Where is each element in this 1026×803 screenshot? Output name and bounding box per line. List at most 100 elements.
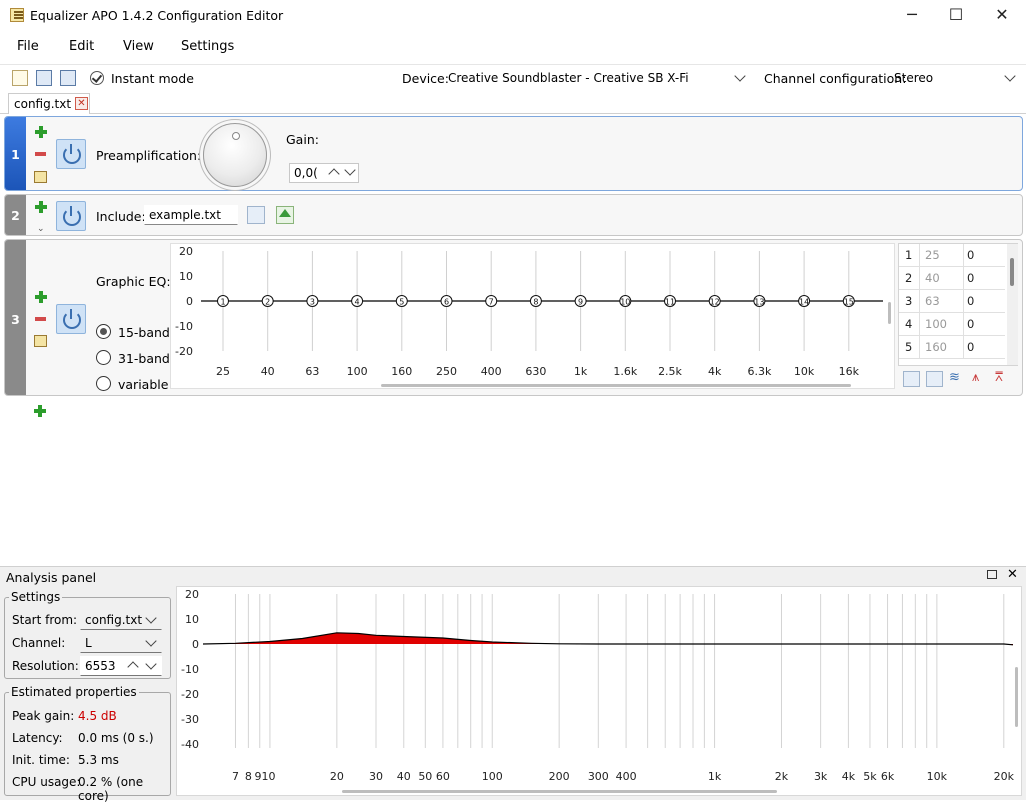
instant-mode-checkbox[interactable] [90,71,104,85]
table-row[interactable]: 5 160 0 [899,336,1005,359]
minimize-button[interactable]: ─ [889,0,935,32]
expand-icon[interactable]: ⌄ [37,224,45,234]
menu-file[interactable]: File [17,39,39,54]
band-variable-radio[interactable] [96,376,111,391]
y-tick-label: 10 [179,270,193,283]
close-button[interactable]: ✕ [979,0,1025,32]
band-31-label: 31-band [118,351,170,366]
chevron-up-icon[interactable] [328,168,340,180]
edit-filter-icon[interactable] [34,335,47,347]
band-31-radio[interactable] [96,350,111,365]
channel-config-select[interactable]: Stereo [889,68,1021,88]
remove-filter-icon[interactable] [35,317,46,321]
chevron-down-icon [1004,70,1016,82]
filter-include: 2 ⌄ Include: example.txt [4,194,1023,236]
band-handle-label: 11 [665,297,675,306]
y-tick-label: 0 [186,295,193,308]
table-row[interactable]: 3 63 0 [899,290,1005,313]
chevron-down-icon[interactable] [145,658,157,670]
save-file-icon[interactable] [60,70,76,86]
tab-config[interactable]: config.txt ✕ [8,93,90,114]
peak-gain-label: Peak gain: [12,709,75,723]
band-handle-label: 12 [710,297,720,306]
preamp-label: Preamplification: [96,148,202,163]
table-scrollbar[interactable] [1007,244,1018,365]
band-15-radio[interactable] [96,324,111,339]
scrollbar-thumb[interactable] [1010,258,1014,286]
y-tick-label: 10 [185,613,199,626]
table-row[interactable]: 1 25 0 [899,244,1005,267]
analysis-chart-svg: 20100-10-20-30-407 8 910 20 30 40 50 60 100 200 30… [181,588,1018,793]
graphic-eq-label: Graphic EQ: [96,274,171,289]
x-tick-label: 1k [708,770,722,783]
save-eq-icon[interactable] [926,371,943,387]
gain-input[interactable]: 0,0( [289,163,359,183]
band-handle-label: 6 [444,297,449,306]
add-filter-icon[interactable] [35,201,47,213]
edit-filter-icon[interactable] [34,171,47,183]
knob-indicator [232,132,240,140]
add-filter-icon[interactable] [34,405,46,417]
band-frequency: 160 [925,340,947,354]
y-tick-label: -40 [181,738,199,751]
invert-eq-icon[interactable]: ⩚ [972,371,990,387]
channel-select[interactable]: L [80,633,162,653]
new-file-icon[interactable] [12,70,28,86]
band-variable-label: variable [118,377,169,392]
include-file-input[interactable]: example.txt [144,205,238,225]
device-select[interactable]: Creative Soundblaster - Creative SB X-Fi [443,68,751,88]
table-row[interactable]: 2 40 0 [899,267,1005,290]
add-filter-icon[interactable] [35,126,47,138]
menu-settings[interactable]: Settings [181,39,234,54]
chevron-up-icon[interactable] [127,661,139,673]
vertical-scrollbar [888,302,891,324]
resolution-input[interactable]: 6553 [80,656,162,676]
analysis-panel: Settings Start from: config.txt Channel:… [0,586,1026,803]
band-handle-label: 2 [265,297,270,306]
open-file-icon[interactable] [36,70,52,86]
flatten-eq-icon[interactable]: ≋ [949,371,967,387]
power-toggle-icon[interactable] [56,139,86,169]
graphic-eq-table[interactable]: 1 25 0 2 40 0 3 63 0 4 100 0 5 160 0 [898,243,1018,366]
load-eq-icon[interactable] [903,371,920,387]
table-row[interactable]: 4 100 0 [899,313,1005,336]
init-time-value: 5.3 ms [78,753,119,767]
band-handle-label: 4 [355,297,360,306]
analysis-chart[interactable]: 20 10 0 -10 -20 -30 -40 7 8 910 20 30 40 50 60 100 200 30… [176,586,1022,796]
close-panel-icon[interactable]: ✕ [1007,567,1018,582]
window-title: Equalizer APO 1.4.2 Configuration Editor [30,8,284,23]
maximize-button[interactable]: ☐ [933,0,979,32]
go-to-file-icon[interactable] [276,206,294,224]
preamp-knob[interactable] [203,123,267,187]
normalize-eq-icon[interactable]: ⩞ [995,371,1013,387]
band-handle-label: 1 [220,297,225,306]
power-toggle-icon[interactable] [56,304,86,334]
menu-view[interactable]: View [123,39,154,54]
start-from-select[interactable]: config.txt [80,610,162,630]
menu-edit[interactable]: Edit [69,39,94,54]
app-icon [10,8,24,22]
graphic-eq-chart[interactable]: 20 10 0 -10 -20 25 40 63 100 160 250 400 630 1k 1.6k 2.… [170,243,895,389]
y-tick-label: -20 [175,345,193,358]
x-tick-label: 30 [369,770,383,783]
undock-icon[interactable] [987,570,997,579]
x-tick-label: 400 [616,770,637,783]
band-frequency: 100 [925,317,947,331]
chevron-down-icon[interactable] [344,164,356,176]
band-handle-label: 14 [799,297,809,306]
band-handle-label: 15 [844,297,854,306]
freq-tick-label: 100 [347,365,368,378]
x-tick-label: 20k [994,770,1015,783]
x-tick-label: 300 [588,770,609,783]
open-file-icon[interactable] [247,206,265,224]
add-filter-icon[interactable] [35,291,47,303]
tab-bar: config.txt ✕ [0,92,1026,114]
y-tick-label: 20 [185,588,199,601]
power-toggle-icon[interactable] [56,201,86,231]
column-divider [963,290,964,313]
column-divider [919,267,920,290]
remove-filter-icon[interactable] [35,152,46,156]
y-tick-label: -10 [181,663,199,676]
close-tab-icon[interactable]: ✕ [75,97,88,110]
freq-tick-label: 16k [839,365,860,378]
